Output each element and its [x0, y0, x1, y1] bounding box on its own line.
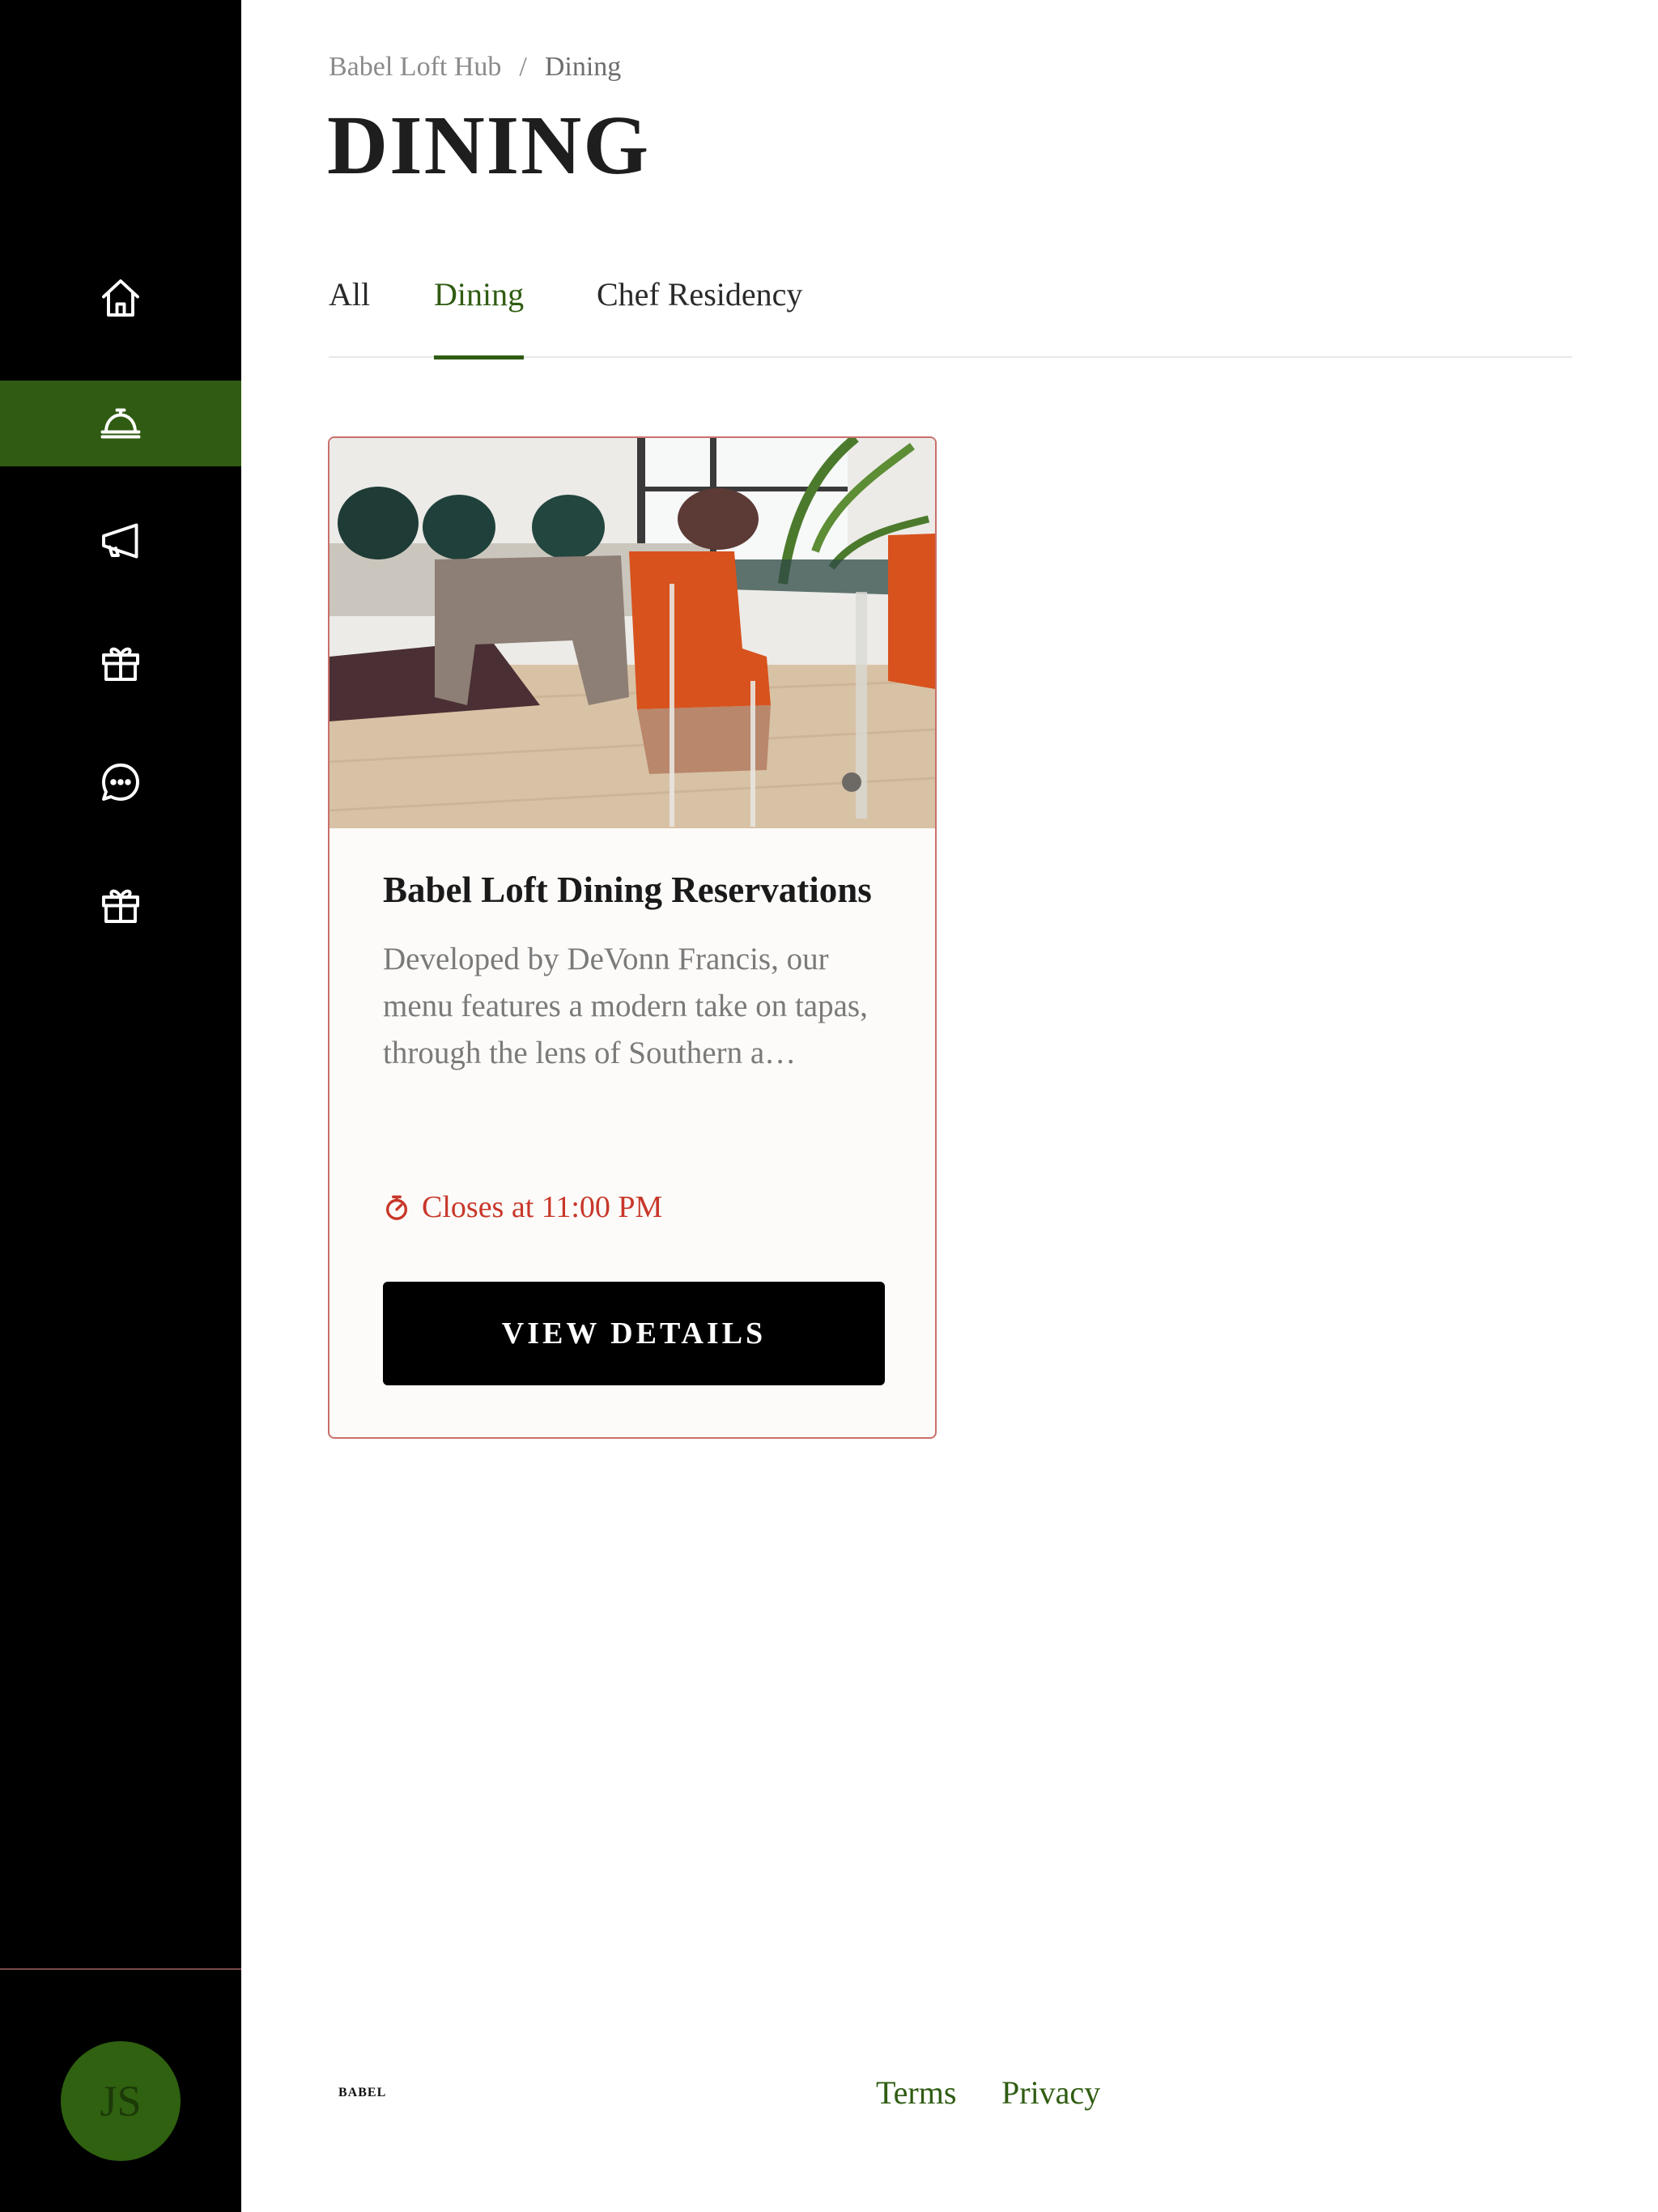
timer-icon: [385, 1195, 408, 1220]
hours-status: Closes at 11:00 PM: [383, 1189, 662, 1225]
avatar-initials: JS: [100, 2077, 142, 2125]
footer-logo[interactable]: BABEL: [338, 2086, 386, 2100]
sidebar-item-rewards[interactable]: [0, 861, 241, 947]
avatar[interactable]: JS: [61, 2041, 181, 2161]
chat-icon: [102, 764, 139, 801]
page-title: DINING: [327, 99, 651, 192]
concierge-bell-icon: [100, 408, 141, 439]
sidebar-item-perks[interactable]: [0, 619, 241, 705]
gift-icon: [102, 889, 139, 923]
sidebar-item-announcements[interactable]: [0, 498, 241, 584]
tab-dining[interactable]: Dining: [434, 275, 525, 359]
terms-link[interactable]: Terms: [876, 2074, 956, 2112]
gift-icon: [102, 647, 139, 681]
category-tabs: All Dining Chef Residency: [329, 275, 1572, 359]
view-details-button[interactable]: VIEW DETAILS: [383, 1282, 885, 1385]
dining-room-image: [329, 438, 935, 828]
card-title: Babel Loft Dining Reservations: [383, 870, 872, 910]
sidebar-item-messages[interactable]: [0, 739, 241, 825]
sidebar-item-dining[interactable]: [0, 381, 241, 466]
breadcrumb-current: Dining: [544, 52, 622, 82]
tab-chef-residency[interactable]: Chef Residency: [597, 275, 802, 358]
breadcrumb: Babel Loft Hub / Dining: [329, 52, 621, 83]
sidebar-item-home[interactable]: [0, 255, 241, 341]
tab-all[interactable]: All: [329, 275, 370, 358]
breadcrumb-root[interactable]: Babel Loft Hub: [329, 52, 501, 83]
breadcrumb-separator: /: [519, 52, 527, 82]
hours-text: Closes at 11:00 PM: [422, 1190, 663, 1224]
card-description: Developed by DeVonn Francis, our menu fe…: [383, 942, 868, 1070]
megaphone-icon: [102, 523, 138, 559]
sidebar: JS: [0, 0, 241, 2212]
home-icon: [102, 279, 139, 317]
dining-card[interactable]: Babel Loft Dining Reservations Developed…: [328, 436, 937, 1439]
privacy-link[interactable]: Privacy: [1001, 2074, 1100, 2112]
sidebar-divider: [0, 1968, 241, 1970]
